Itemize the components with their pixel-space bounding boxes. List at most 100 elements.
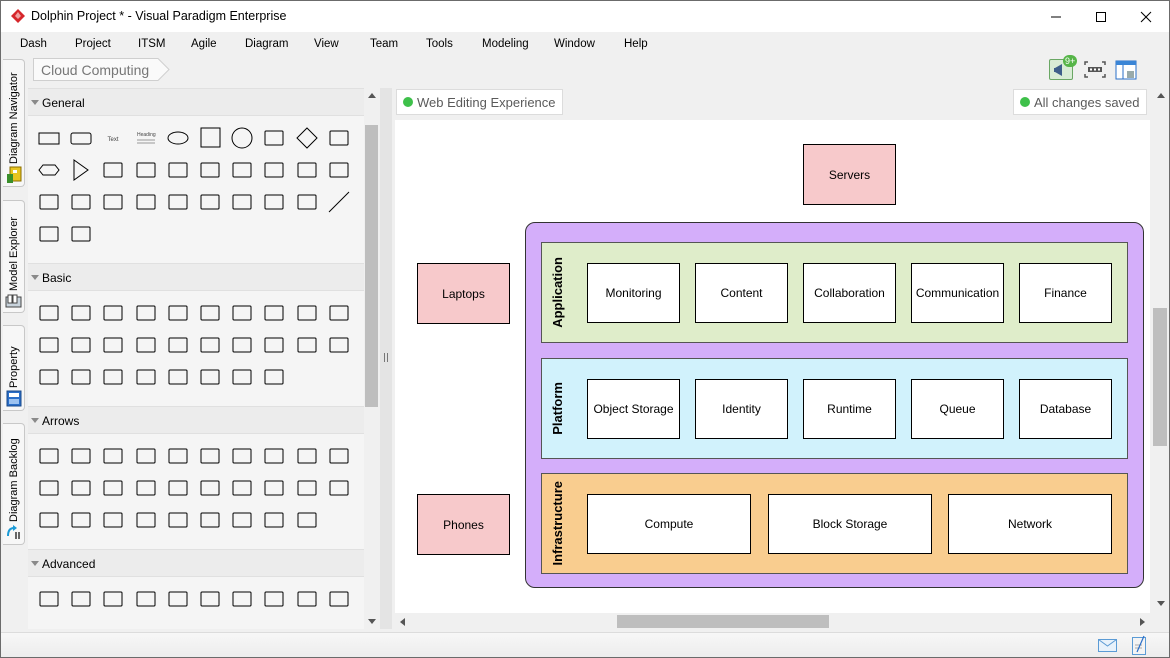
- layer-infrastructure[interactable]: Infrastructure Compute Block Storage Net…: [541, 473, 1128, 574]
- shape-star-6[interactable]: [66, 299, 96, 327]
- component-collaboration[interactable]: Collaboration: [803, 263, 896, 323]
- shape-document[interactable]: [163, 156, 193, 184]
- layout-panel-icon[interactable]: [1115, 60, 1137, 80]
- component-monitoring[interactable]: Monitoring: [587, 263, 680, 323]
- menu-project[interactable]: Project: [75, 38, 111, 50]
- menu-view[interactable]: View: [314, 38, 339, 50]
- tab-property[interactable]: Property: [3, 325, 25, 411]
- shape-quad-arrow-2[interactable]: [98, 506, 128, 534]
- palette-scroll-thumb[interactable]: [365, 125, 378, 407]
- component-block-storage[interactable]: Block Storage: [768, 494, 932, 554]
- shape-circle[interactable]: [227, 124, 257, 152]
- shape-curved-corner-arrow[interactable]: [292, 474, 322, 502]
- shape-right-triangle[interactable]: [195, 331, 225, 359]
- canvas-vscroll-thumb[interactable]: [1153, 308, 1167, 446]
- shape-thick-line[interactable]: [259, 188, 289, 216]
- palette-section-basic[interactable]: Basic: [28, 263, 364, 291]
- shape-left-right-arrow[interactable]: [324, 442, 354, 470]
- scroll-left-icon[interactable]: [400, 618, 405, 626]
- shape-circle-tail[interactable]: [131, 585, 161, 613]
- shape-line[interactable]: [324, 188, 354, 216]
- menu-diagram[interactable]: Diagram: [245, 38, 288, 50]
- shape-corner-arrow[interactable]: [259, 474, 289, 502]
- shape-crescent[interactable]: [34, 585, 64, 613]
- canvas-hscroll-thumb[interactable]: [617, 615, 829, 628]
- shape-process[interactable]: [259, 124, 289, 152]
- layer-application[interactable]: Application Monitoring Content Collabora…: [541, 242, 1128, 343]
- shape-display[interactable]: [292, 585, 322, 613]
- shape-text[interactable]: Text: [98, 124, 128, 152]
- shape-off-page[interactable]: [227, 585, 257, 613]
- panel-splitter[interactable]: [380, 88, 392, 629]
- shape-down-arrow[interactable]: [131, 442, 161, 470]
- scroll-right-icon[interactable]: [1140, 618, 1145, 626]
- shape-rounded-top[interactable]: [195, 585, 225, 613]
- component-finance[interactable]: Finance: [1019, 263, 1112, 323]
- shape-rectangle-callout[interactable]: [324, 331, 354, 359]
- shape-cloud[interactable]: [131, 156, 161, 184]
- edit-document-icon[interactable]: [1132, 635, 1146, 655]
- component-content[interactable]: Content: [695, 263, 788, 323]
- component-object-storage[interactable]: Object Storage: [587, 379, 680, 439]
- scroll-down-icon[interactable]: [368, 619, 376, 624]
- shape-rounded-callout[interactable]: [34, 363, 64, 391]
- shape-pentagon-callout[interactable]: [163, 506, 193, 534]
- shape-pentagon[interactable]: [292, 331, 322, 359]
- shape-manual-input[interactable]: [163, 585, 193, 613]
- shape-callout[interactable]: [98, 188, 128, 216]
- palette-section-arrows[interactable]: Arrows: [28, 406, 364, 434]
- shape-chevron[interactable]: [259, 156, 289, 184]
- scroll-up-icon[interactable]: [368, 93, 376, 98]
- shape-callout-arrow[interactable]: [163, 474, 193, 502]
- node-laptops[interactable]: Laptops: [417, 263, 510, 324]
- component-identity[interactable]: Identity: [695, 379, 788, 439]
- shape-moon[interactable]: [98, 331, 128, 359]
- shape-arrow-block[interactable]: [227, 188, 257, 216]
- tab-diagram-navigator[interactable]: Diagram Navigator: [3, 59, 25, 187]
- close-button[interactable]: [1123, 1, 1169, 32]
- shape-double-arrow[interactable]: [195, 188, 225, 216]
- shape-chevron[interactable]: [163, 442, 193, 470]
- shape-lightning[interactable]: [292, 299, 322, 327]
- shape-half-circle[interactable]: [324, 299, 354, 327]
- shape-d-shape[interactable]: [66, 585, 96, 613]
- shape-diamond[interactable]: [292, 124, 322, 152]
- shape-card[interactable]: [66, 188, 96, 216]
- scroll-down-icon[interactable]: [1157, 601, 1165, 606]
- shape-speech-bubble[interactable]: [227, 331, 257, 359]
- component-runtime[interactable]: Runtime: [803, 379, 896, 439]
- mail-icon[interactable]: [1098, 639, 1117, 652]
- shape-x-shape[interactable]: [259, 363, 289, 391]
- maximize-button[interactable]: [1078, 1, 1124, 32]
- shape-pentagon-arrow[interactable]: [227, 442, 257, 470]
- tab-model-explorer[interactable]: Model Explorer: [3, 200, 25, 313]
- shape-thin-right-arrow[interactable]: [292, 442, 322, 470]
- shape-heading-text[interactable]: Heading: [131, 124, 161, 152]
- fit-diagram-icon[interactable]: [1084, 61, 1106, 78]
- canvas-vertical-scrollbar[interactable]: [1152, 88, 1169, 613]
- shape-trapezoid[interactable]: [195, 363, 225, 391]
- component-communication[interactable]: Communication: [911, 263, 1004, 323]
- shape-check[interactable]: [163, 363, 193, 391]
- cloud-container[interactable]: Application Monitoring Content Collabora…: [525, 222, 1144, 588]
- menu-modeling[interactable]: Modeling: [482, 38, 529, 50]
- shape-flat-arrow[interactable]: [259, 442, 289, 470]
- shape-no-symbol[interactable]: [131, 331, 161, 359]
- palette-scrollbar[interactable]: [364, 88, 380, 629]
- tab-diagram-backlog[interactable]: Diagram Backlog: [3, 423, 25, 545]
- node-servers[interactable]: Servers: [803, 144, 896, 205]
- shape-oval-callout[interactable]: [66, 331, 96, 359]
- shape-right-arrow[interactable]: [34, 442, 64, 470]
- breadcrumb-item-cloud-computing[interactable]: Cloud Computing: [41, 62, 149, 78]
- menu-team[interactable]: Team: [370, 38, 398, 50]
- component-compute[interactable]: Compute: [587, 494, 751, 554]
- shape-ellipse[interactable]: [163, 124, 193, 152]
- shape-smiley[interactable]: [66, 363, 96, 391]
- shape-box-3d[interactable]: [227, 156, 257, 184]
- shape-right-arrow-2[interactable]: [98, 474, 128, 502]
- shape-right-arrow-3[interactable]: [131, 474, 161, 502]
- shape-cone[interactable]: [195, 299, 225, 327]
- shape-notched-right[interactable]: [195, 506, 225, 534]
- shape-folded-corner[interactable]: [259, 299, 289, 327]
- minimize-button[interactable]: [1033, 1, 1079, 32]
